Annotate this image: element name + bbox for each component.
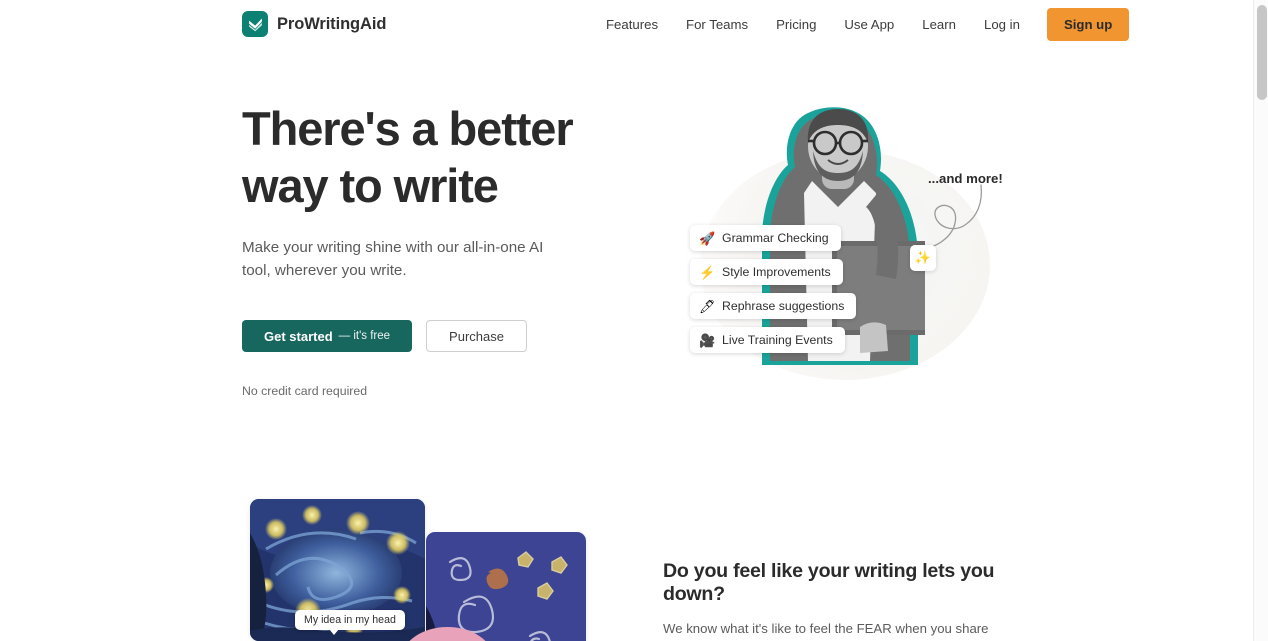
vertical-scrollbar-track[interactable] (1253, 0, 1268, 641)
nav-link-pricing[interactable]: Pricing (762, 17, 830, 32)
hero-headline-line-1: There's a better (242, 102, 574, 155)
get-started-button[interactable]: Get started — it's free (242, 320, 413, 352)
feature-chip-label: Style Improvements (722, 265, 831, 279)
page-root: ProWritingAid Features For Teams Pricing… (0, 0, 1268, 641)
brand-logo-link[interactable]: ProWritingAid (242, 11, 386, 37)
my-idea-tooltip: My idea in my head (295, 610, 405, 635)
lower-section-body: We know what it's like to feel the FEAR … (663, 621, 989, 636)
nav-link-features[interactable]: Features (600, 17, 672, 32)
brand-name: ProWritingAid (277, 14, 387, 33)
hero-subtitle: Make your writing shine with our all-in-… (242, 239, 544, 279)
site-header: ProWritingAid Features For Teams Pricing… (0, 0, 1253, 48)
hero-cta-row: Get started — it's free Purchase (242, 320, 642, 352)
hero-headline: There's a better way to write (242, 100, 642, 214)
feature-chip-label: Live Training Events (722, 333, 833, 347)
starry-night-comparison: My idea in my head (250, 499, 590, 641)
and-more-annotation: ...and more! (928, 171, 1003, 186)
nav-link-learn[interactable]: Learn (908, 17, 970, 32)
pen-icon: 🖊 (699, 298, 716, 314)
no-credit-card-note: No credit card required (242, 384, 368, 398)
rocket-icon: 🚀 (699, 230, 716, 246)
main-navigation: Features For Teams Pricing Use App Learn… (600, 0, 1130, 48)
sparkles-icon: ✨ (910, 245, 936, 271)
feature-chip-label: Rephrase suggestions (722, 299, 845, 313)
nav-link-for-teams[interactable]: For Teams (672, 17, 762, 32)
get-started-free-suffix: — it's free (338, 330, 391, 342)
starry-night-sketch-card (426, 532, 586, 641)
feature-chip-grammar-checking[interactable]: 🚀 Grammar Checking (690, 225, 841, 251)
lower-section: Do you feel like your writing lets you d… (663, 560, 1028, 641)
vertical-scrollbar-thumb[interactable] (1257, 5, 1267, 100)
feature-chip-rephrase-suggestions[interactable]: 🖊 Rephrase suggestions (690, 293, 857, 319)
hero-section: There's a better way to write Make your … (242, 100, 642, 398)
hero-headline-line-2: way to write (242, 159, 499, 212)
feature-chip-list: 🚀 Grammar Checking ⚡ Style Improvements … (690, 225, 857, 353)
child-sketch-image (426, 532, 586, 641)
feature-chip-style-improvements[interactable]: ⚡ Style Improvements (690, 259, 843, 285)
feature-chip-live-training-events[interactable]: 🎥 Live Training Events (690, 327, 845, 353)
sign-up-button[interactable]: Sign up (1046, 7, 1130, 41)
purchase-button[interactable]: Purchase (426, 320, 527, 352)
book-check-logo-icon (242, 11, 268, 37)
get-started-label: Get started (264, 328, 333, 344)
lower-section-title: Do you feel like your writing lets you d… (663, 560, 995, 605)
movie-camera-icon: 🎥 (699, 332, 716, 348)
nav-link-log-in[interactable]: Log in (970, 17, 1034, 32)
feature-chip-label: Grammar Checking (722, 231, 829, 245)
lightning-bolt-icon: ⚡ (699, 264, 716, 280)
hero-illustration: 🚀 Grammar Checking ⚡ Style Improvements … (645, 95, 1045, 395)
nav-link-use-app[interactable]: Use App (830, 17, 908, 32)
